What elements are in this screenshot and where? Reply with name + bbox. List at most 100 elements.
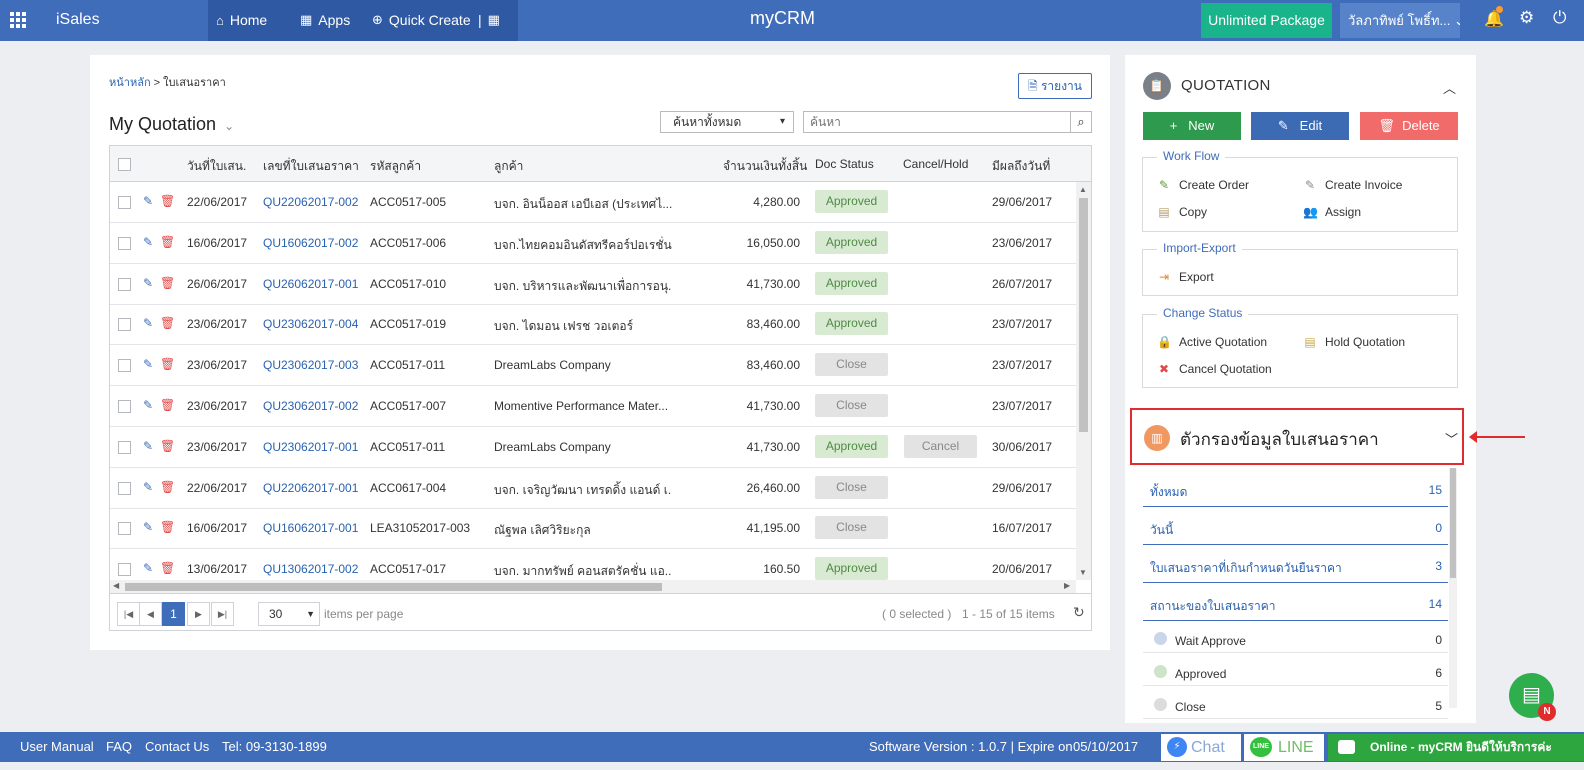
breadcrumb-home[interactable]: หน้าหลัก [109, 77, 151, 89]
col-doc-status[interactable]: Doc Status [815, 157, 874, 171]
pencil-icon[interactable]: ✎ [143, 276, 153, 290]
user-menu[interactable]: วัลภาทิพย์ โพธิ์ท... ⌄ [1340, 3, 1460, 38]
online-support-button[interactable]: Online - myCRM ยินดีให้บริการค่ะ [1328, 734, 1584, 761]
cancel-quotation-action[interactable]: ✖ Cancel Quotation [1157, 362, 1272, 376]
trash-icon[interactable]: 🗑 [160, 194, 175, 208]
table-row[interactable]: ✎ 🗑 22/06/2017 QU22062017-002 ACC0517-005 บจก… [110, 182, 1076, 223]
cell-number-link[interactable]: QU23062017-004 [263, 317, 358, 331]
pencil-icon[interactable]: ✎ [143, 520, 153, 534]
scroll-thumb[interactable] [1450, 468, 1456, 578]
export-action[interactable]: ⇥ Export [1157, 270, 1214, 284]
package-button[interactable]: Unlimited Package [1201, 3, 1332, 38]
filter-row-all[interactable]: ทั้งหมด 15 [1143, 469, 1448, 507]
line-chat-button[interactable]: LINE LINE [1244, 734, 1324, 761]
col-customer[interactable]: ลูกค้า [494, 157, 523, 176]
trash-icon[interactable]: 🗑 [160, 357, 175, 371]
table-row[interactable]: ✎ 🗑 23/06/2017 QU23062017-002 ACC0517-007 Mom… [110, 386, 1076, 427]
table-row[interactable]: ✎ 🗑 23/06/2017 QU23062017-001 ACC0517-011 Dre… [110, 427, 1076, 468]
search-icon[interactable]: ⌕ [1071, 111, 1092, 133]
col-date[interactable]: วันที่ใบเสน... [187, 157, 247, 176]
pencil-icon[interactable]: ✎ [143, 398, 153, 412]
nav-apps[interactable]: ▦ Apps [300, 12, 350, 28]
scroll-up-icon[interactable]: ▲ [1079, 185, 1087, 194]
hold-quotation-action[interactable]: ▤ Hold Quotation [1303, 335, 1405, 349]
horizontal-scrollbar[interactable]: ◀ ▶ [110, 580, 1076, 593]
table-row[interactable]: ✎ 🗑 22/06/2017 QU22062017-001 ACC0617-004 บจก… [110, 468, 1076, 509]
side-scrollbar[interactable] [1449, 468, 1457, 708]
nav-home[interactable]: ⌂ Home [216, 12, 267, 28]
cell-number-link[interactable]: QU22062017-001 [263, 481, 358, 495]
table-row[interactable]: ✎ 🗑 23/06/2017 QU23062017-003 ACC0517-011 Dre… [110, 345, 1076, 387]
edit-button[interactable]: ✎ Edit [1251, 112, 1349, 140]
col-customer-code[interactable]: รหัสลูกค้า [370, 157, 421, 176]
page-size-select[interactable]: 30 ▼ [258, 602, 320, 626]
scroll-down-icon[interactable]: ▼ [1079, 568, 1087, 577]
row-checkbox[interactable] [118, 400, 131, 413]
col-number[interactable]: เลขที่ใบเสนอราคา [263, 157, 359, 176]
trash-icon[interactable]: 🗑 [160, 520, 175, 534]
row-checkbox[interactable] [118, 277, 131, 291]
active-quotation-action[interactable]: 🔒 Active Quotation [1157, 335, 1267, 349]
col-amount[interactable]: จำนวนเงินทั้งสิ้น [723, 157, 807, 176]
cell-number-link[interactable]: QU16062017-002 [263, 236, 358, 250]
pencil-icon[interactable]: ✎ [143, 439, 153, 453]
row-checkbox[interactable] [118, 359, 131, 373]
assign-action[interactable]: 👥 Assign [1303, 205, 1361, 219]
pencil-icon[interactable]: ✎ [143, 316, 153, 330]
user-manual-link[interactable]: User Manual [20, 739, 94, 754]
status-row-wait-approve[interactable]: Wait Approve 0 [1143, 620, 1448, 653]
search-input[interactable] [803, 111, 1071, 133]
app-launcher-icon[interactable] [10, 12, 26, 28]
cell-number-link[interactable]: QU23062017-001 [263, 440, 358, 454]
next-page-icon[interactable]: ▶ [187, 602, 210, 626]
scroll-left-icon[interactable]: ◀ [113, 581, 119, 590]
row-checkbox[interactable] [118, 236, 131, 250]
row-checkbox[interactable] [118, 563, 131, 577]
search-scope-select[interactable]: ค้นหาทั้งหมด ▾ [660, 111, 794, 133]
pencil-icon[interactable]: ✎ [143, 235, 153, 249]
pencil-icon[interactable]: ✎ [143, 480, 153, 494]
nav-calendar[interactable]: | ▦ [478, 12, 500, 28]
prev-page-icon[interactable]: ◀ [139, 602, 162, 626]
refresh-icon[interactable]: ↻ [1073, 604, 1085, 621]
trash-icon[interactable]: 🗑 [160, 439, 175, 453]
scroll-right-icon[interactable]: ▶ [1064, 581, 1070, 590]
row-checkbox[interactable] [118, 481, 131, 495]
trash-icon[interactable]: 🗑 [160, 276, 175, 290]
cell-number-link[interactable]: QU13062017-002 [263, 562, 358, 576]
col-valid-until[interactable]: มีผลถึงวันที่ [992, 157, 1050, 176]
row-checkbox[interactable] [118, 440, 131, 454]
trash-icon[interactable]: 🗑 [160, 480, 175, 494]
pencil-icon[interactable]: ✎ [143, 357, 153, 371]
chevron-up-icon[interactable]: ︿ [1443, 78, 1456, 97]
pencil-icon[interactable]: ✎ [143, 561, 153, 575]
filter-row-status[interactable]: สถานะของใบเสนอราคา 14 [1143, 583, 1448, 621]
chevron-down-icon[interactable]: ﹀ [1445, 429, 1458, 448]
trash-icon[interactable]: 🗑 [160, 398, 175, 412]
messenger-chat-button[interactable]: ⚡ Chat [1161, 734, 1241, 761]
page-number-current[interactable]: 1 [162, 602, 185, 626]
cell-number-link[interactable]: QU23062017-002 [263, 399, 358, 413]
cell-number-link[interactable]: QU26062017-001 [263, 277, 358, 291]
gear-icon[interactable]: ⚙ [1519, 8, 1534, 28]
row-checkbox[interactable] [118, 522, 131, 536]
delete-button[interactable]: 🗑 Delete [1360, 112, 1458, 140]
col-cancel-hold[interactable]: Cancel/Hold [903, 157, 968, 171]
table-row[interactable]: ✎ 🗑 23/06/2017 QU23062017-004 ACC0517-019 บจก… [110, 304, 1076, 346]
cell-number-link[interactable]: QU23062017-003 [263, 358, 358, 372]
app-brand[interactable]: iSales [56, 11, 100, 29]
create-invoice-action[interactable]: ✎ Create Invoice [1303, 178, 1402, 192]
faq-link[interactable]: FAQ [106, 739, 132, 754]
contact-link[interactable]: Contact Us [145, 739, 209, 754]
cell-number-link[interactable]: QU16062017-001 [263, 521, 358, 535]
copy-action[interactable]: ▤ Copy [1157, 205, 1207, 219]
pencil-icon[interactable]: ✎ [143, 194, 153, 208]
status-row-approved[interactable]: Approved 6 [1143, 653, 1448, 686]
row-checkbox[interactable] [118, 318, 131, 332]
select-all-checkbox[interactable] [118, 158, 131, 171]
power-icon[interactable]: ⏻ [1553, 8, 1566, 28]
cell-number-link[interactable]: QU22062017-002 [263, 195, 358, 209]
vertical-scrollbar[interactable]: ▲ ▼ [1076, 182, 1091, 580]
row-checkbox[interactable] [118, 196, 131, 209]
table-row[interactable]: ✎ 🗑 16/06/2017 QU16062017-002 ACC0517-006 บจก… [110, 223, 1076, 264]
